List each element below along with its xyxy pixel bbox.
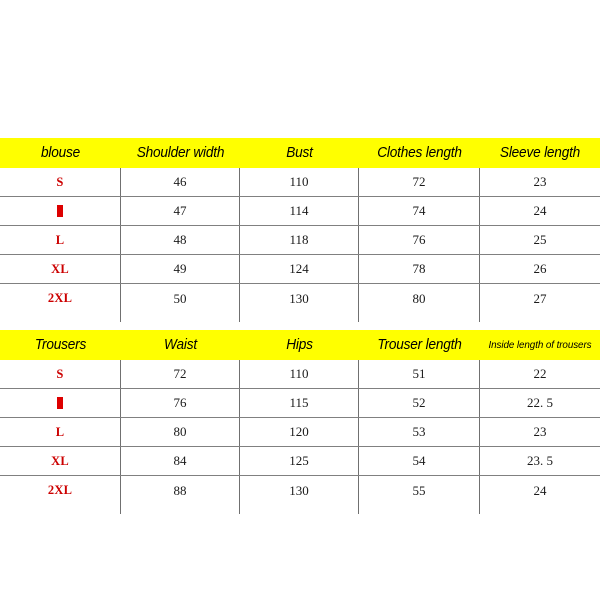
trousers-size-table: Trousers Waist Hips Trouser length Inside le… xyxy=(0,330,600,514)
table-row: S 72 110 51 22 xyxy=(0,360,600,389)
blouse-measurement-value: 48 xyxy=(121,226,240,254)
blouse-measurement-value: 24 xyxy=(533,203,547,218)
blouse-measurement-value: 50 xyxy=(121,284,240,313)
size-chart-canvas: blouse Shoulder width Bust Clothes length Sl… xyxy=(0,0,600,600)
table-row: XL 49 124 78 26 xyxy=(0,255,600,284)
column-divider xyxy=(358,505,359,514)
trousers-divider-tail xyxy=(0,505,600,514)
missing-glyph-icon xyxy=(57,205,63,217)
table-row: 2XL 88 130 55 24 xyxy=(0,476,600,505)
column-divider xyxy=(239,505,240,514)
trousers-measurement-value: 51 xyxy=(359,360,480,388)
blouse-measurement-value: 76 xyxy=(359,226,480,254)
blouse-header-row: blouse Shoulder width Bust Clothes length Sl… xyxy=(0,138,600,168)
blouse-column-header-2: Bust xyxy=(286,145,313,161)
column-divider xyxy=(120,505,121,514)
blouse-measurement-value: 23 xyxy=(533,174,547,189)
trousers-column-header-2: Hips xyxy=(286,337,313,353)
column-divider xyxy=(120,313,121,322)
trousers-size-label: 2XL xyxy=(0,476,121,505)
table-row: XL 84 125 54 23. 5 xyxy=(0,447,600,476)
trousers-column-header-3: Trouser length xyxy=(377,337,462,353)
blouse-size-label xyxy=(0,197,121,225)
blouse-body: S 46 110 72 23 47 114 74 24 L 48 118 76 25 XL 49 124 78 26… xyxy=(0,168,600,313)
trousers-measurement-value: 110 xyxy=(240,360,359,388)
trousers-body: S 72 110 51 22 76 115 52 22. 5 L 80 120 53 23 XL 84 125 5… xyxy=(0,360,600,505)
table-row: S 46 110 72 23 xyxy=(0,168,600,197)
trousers-measurement-value: 130 xyxy=(240,476,359,505)
table-row: L 80 120 53 23 xyxy=(0,418,600,447)
trousers-measurement-value: 115 xyxy=(240,389,359,417)
trousers-size-label: XL xyxy=(0,447,121,475)
trousers-column-header-1: Waist xyxy=(164,337,197,353)
blouse-measurement-value: 26 xyxy=(533,261,547,276)
trousers-measurement-value: 84 xyxy=(121,447,240,475)
trousers-measurement-value: 72 xyxy=(121,360,240,388)
trousers-measurement-value: 22. 5 xyxy=(527,395,553,410)
trousers-measurement-value: 23 xyxy=(533,424,547,439)
trousers-measurement-value: 55 xyxy=(359,476,480,505)
trousers-measurement-value: 80 xyxy=(121,418,240,446)
blouse-size-label: L xyxy=(0,226,121,254)
blouse-measurement-value: 47 xyxy=(121,197,240,225)
blouse-measurement-value: 78 xyxy=(359,255,480,283)
blouse-measurement-value: 118 xyxy=(240,226,359,254)
trousers-column-header-0: Trousers xyxy=(34,337,87,353)
table-row: 47 114 74 24 xyxy=(0,197,600,226)
blouse-measurement-value: 114 xyxy=(240,197,359,225)
blouse-size-label: 2XL xyxy=(0,284,121,313)
trousers-measurement-value: 120 xyxy=(240,418,359,446)
trousers-column-header-4: Inside length of trousers xyxy=(488,339,592,351)
blouse-measurement-value: 27 xyxy=(533,290,547,306)
blouse-measurement-value: 74 xyxy=(359,197,480,225)
missing-glyph-icon xyxy=(57,397,63,409)
trousers-measurement-value: 22 xyxy=(533,366,547,381)
blouse-measurement-value: 49 xyxy=(121,255,240,283)
blouse-measurement-value: 46 xyxy=(121,168,240,196)
blouse-size-table: blouse Shoulder width Bust Clothes length Sl… xyxy=(0,138,600,322)
blouse-measurement-value: 130 xyxy=(240,284,359,313)
trousers-measurement-value: 24 xyxy=(533,482,547,498)
trousers-header-row: Trousers Waist Hips Trouser length Inside le… xyxy=(0,330,600,360)
blouse-column-header-4: Sleeve length xyxy=(499,145,581,161)
blouse-column-header-0: blouse xyxy=(40,145,81,161)
blouse-size-label: S xyxy=(0,168,121,196)
blouse-measurement-value: 110 xyxy=(240,168,359,196)
blouse-column-header-1: Shoulder width xyxy=(136,145,225,161)
blouse-measurement-value: 72 xyxy=(359,168,480,196)
trousers-size-label: L xyxy=(0,418,121,446)
trousers-size-label xyxy=(0,389,121,417)
trousers-size-label: S xyxy=(0,360,121,388)
trousers-measurement-value: 76 xyxy=(121,389,240,417)
table-row: 2XL 50 130 80 27 xyxy=(0,284,600,313)
column-divider xyxy=(479,313,480,322)
column-divider xyxy=(358,313,359,322)
table-row: L 48 118 76 25 xyxy=(0,226,600,255)
blouse-measurement-value: 25 xyxy=(533,232,547,247)
trousers-measurement-value: 54 xyxy=(359,447,480,475)
trousers-measurement-value: 23. 5 xyxy=(527,453,553,468)
blouse-measurement-value: 80 xyxy=(359,284,480,313)
column-divider xyxy=(479,505,480,514)
trousers-measurement-value: 125 xyxy=(240,447,359,475)
trousers-measurement-value: 53 xyxy=(359,418,480,446)
column-divider xyxy=(239,313,240,322)
trousers-measurement-value: 52 xyxy=(359,389,480,417)
blouse-measurement-value: 124 xyxy=(240,255,359,283)
blouse-divider-tail xyxy=(0,313,600,322)
blouse-size-label: XL xyxy=(0,255,121,283)
blouse-column-header-3: Clothes length xyxy=(377,145,462,161)
trousers-measurement-value: 88 xyxy=(121,476,240,505)
table-row: 76 115 52 22. 5 xyxy=(0,389,600,418)
